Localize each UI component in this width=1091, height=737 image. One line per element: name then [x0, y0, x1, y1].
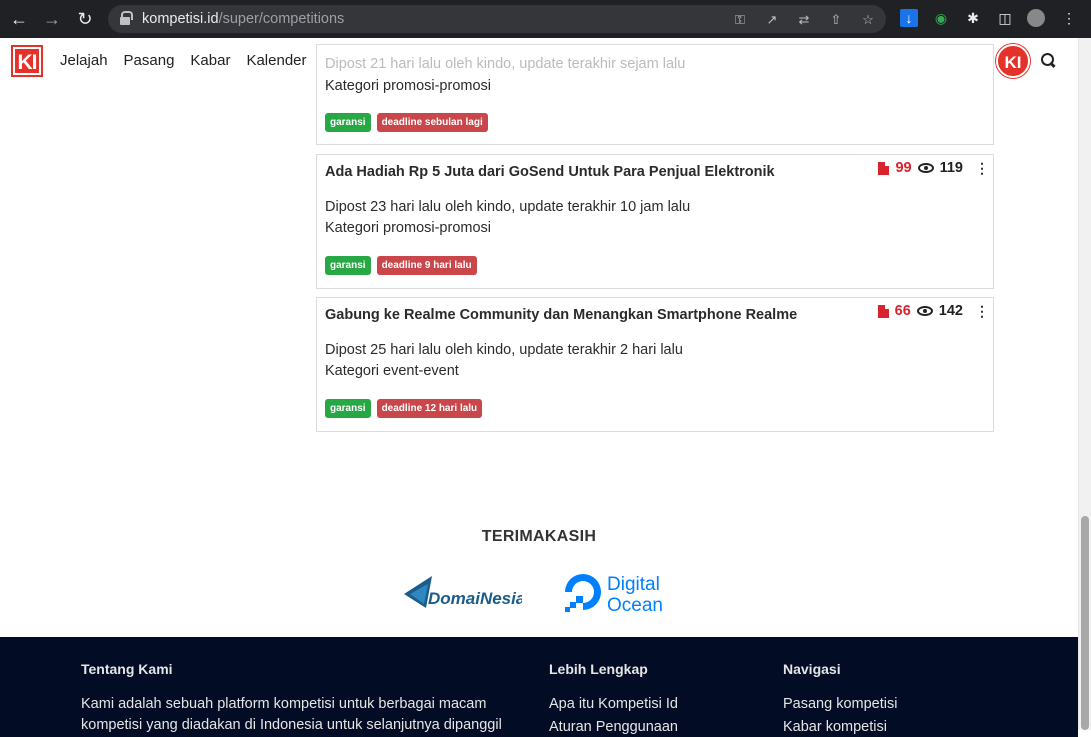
key-icon[interactable]: ⚿	[732, 12, 748, 28]
badge-deadline: deadline 9 hari lalu	[376, 256, 477, 275]
share-icon[interactable]: ⇧	[828, 12, 844, 28]
forward-arrow-icon[interactable]: →	[41, 8, 63, 30]
card-meta: Dipost 25 hari lalu oleh kindo, update t…	[325, 342, 683, 358]
more-options-icon[interactable]: ⋮	[975, 161, 989, 175]
domainesia-logo-text: DomaiNesia	[428, 589, 522, 608]
footer-link-pasang-kompetisi[interactable]: Pasang kompetisi	[783, 696, 897, 712]
scrollbar-thumb[interactable]	[1081, 516, 1089, 730]
open-external-icon[interactable]: ↗	[764, 12, 780, 28]
search-icon[interactable]	[1041, 53, 1057, 69]
competition-card[interactable]: Dipost 21 hari lalu oleh kindo, update t…	[316, 44, 994, 145]
card-category: Kategori promosi-promosi	[325, 220, 492, 236]
view-count: 142	[938, 303, 963, 319]
card-category: Kategori event-event	[325, 363, 459, 379]
footer-about-text: Kami adalah sebuah platform kompetisi un…	[81, 696, 487, 712]
card-title[interactable]: Gabung ke Realme Community dan Menangkan…	[325, 307, 797, 323]
browser-toolbar: ← → ↻ kompetisi.id/super/competitions ⚿ …	[0, 0, 1091, 38]
nav-kabar[interactable]: Kabar	[190, 52, 230, 69]
footer-about-title: Tentang Kami	[81, 661, 173, 677]
thanks-title: TERIMAKASIH	[481, 528, 597, 545]
digitalocean-logo-text-2: Ocean	[607, 595, 663, 614]
digitalocean-logo-text-1: Digital	[607, 574, 660, 595]
footer-about-text: kompetisi yang diadakan di Indonesia unt…	[81, 717, 502, 733]
footer-link-about-kompetisi[interactable]: Apa itu Kompetisi Id	[549, 696, 678, 712]
document-icon	[878, 161, 890, 175]
bookmark-star-icon[interactable]: ☆	[860, 12, 876, 28]
badge-garansi: garansi	[325, 399, 371, 418]
view-count: 119	[939, 160, 963, 176]
badge-deadline: deadline sebulan lagi	[376, 113, 488, 132]
user-avatar[interactable]: KI	[996, 44, 1030, 78]
document-icon	[877, 304, 889, 318]
competitions-list: Dipost 21 hari lalu oleh kindo, update t…	[0, 44, 1078, 737]
nav-kalender[interactable]: Kalender	[246, 52, 306, 69]
nav-jelajah[interactable]: Jelajah	[60, 52, 108, 69]
card-badges: garansi deadline 9 hari lalu	[325, 256, 477, 275]
card-stats: 99 119 ⋮	[878, 160, 989, 176]
chrome-menu-icon[interactable]: ⋮	[1060, 9, 1078, 27]
address-bar[interactable]: kompetisi.id/super/competitions ⚿ ↗ ⇄ ⇧ …	[108, 5, 886, 33]
lock-icon	[120, 11, 133, 25]
eye-icon	[916, 306, 933, 316]
document-count: 99	[895, 160, 912, 176]
eye-icon	[917, 163, 934, 173]
footer-link-terms[interactable]: Aturan Penggunaan	[549, 719, 678, 735]
card-category: Kategori promosi-promosi	[325, 78, 492, 94]
translate-icon[interactable]: ⇄	[796, 12, 812, 28]
url-text[interactable]: kompetisi.id/super/competitions	[142, 11, 344, 27]
download-extension-icon[interactable]: ↓	[900, 9, 918, 27]
card-meta: Dipost 21 hari lalu oleh kindo, update t…	[325, 56, 686, 72]
competition-card[interactable]: Ada Hadiah Rp 5 Juta dari GoSend Untuk P…	[316, 154, 994, 289]
site-footer: Tentang Kami Kami adalah sebuah platform…	[0, 637, 1078, 737]
footer-more-title: Lebih Lengkap	[549, 661, 648, 677]
card-meta: Dipost 23 hari lalu oleh kindo, update t…	[325, 199, 691, 215]
competition-card[interactable]: Gabung ke Realme Community dan Menangkan…	[316, 297, 994, 432]
sidebar-panel-icon[interactable]: ◫	[996, 9, 1014, 27]
footer-nav-title: Navigasi	[783, 661, 841, 677]
back-arrow-icon[interactable]: ←	[8, 8, 30, 30]
badge-garansi: garansi	[325, 256, 371, 275]
badge-deadline: deadline 12 hari lalu	[376, 399, 483, 418]
card-badges: garansi deadline sebulan lagi	[325, 113, 488, 132]
nav-pasang[interactable]: Pasang	[124, 52, 175, 69]
card-stats: 66 142 ⋮	[877, 303, 989, 319]
more-options-icon[interactable]: ⋮	[975, 304, 989, 318]
main-nav: Jelajah Pasang Kabar Kalender	[60, 52, 307, 69]
page-scrollbar[interactable]	[1078, 38, 1091, 730]
site-logo[interactable]: KI	[11, 45, 43, 77]
domainesia-logo[interactable]: DomaiNesia	[404, 574, 522, 612]
profile-avatar-icon[interactable]	[1027, 9, 1045, 27]
puzzle-extensions-icon[interactable]: ✱	[964, 9, 982, 27]
footer-link-kabar-kompetisi[interactable]: Kabar kompetisi	[783, 719, 887, 735]
badge-garansi: garansi	[325, 113, 371, 132]
document-count: 66	[894, 303, 911, 319]
reload-icon[interactable]: ↻	[74, 8, 96, 30]
digitalocean-logo[interactable]: Digital Ocean	[565, 572, 675, 614]
card-title[interactable]: Ada Hadiah Rp 5 Juta dari GoSend Untuk P…	[325, 164, 775, 180]
card-badges: garansi deadline 12 hari lalu	[325, 399, 483, 418]
extension-green-icon[interactable]: ◉	[932, 9, 950, 27]
